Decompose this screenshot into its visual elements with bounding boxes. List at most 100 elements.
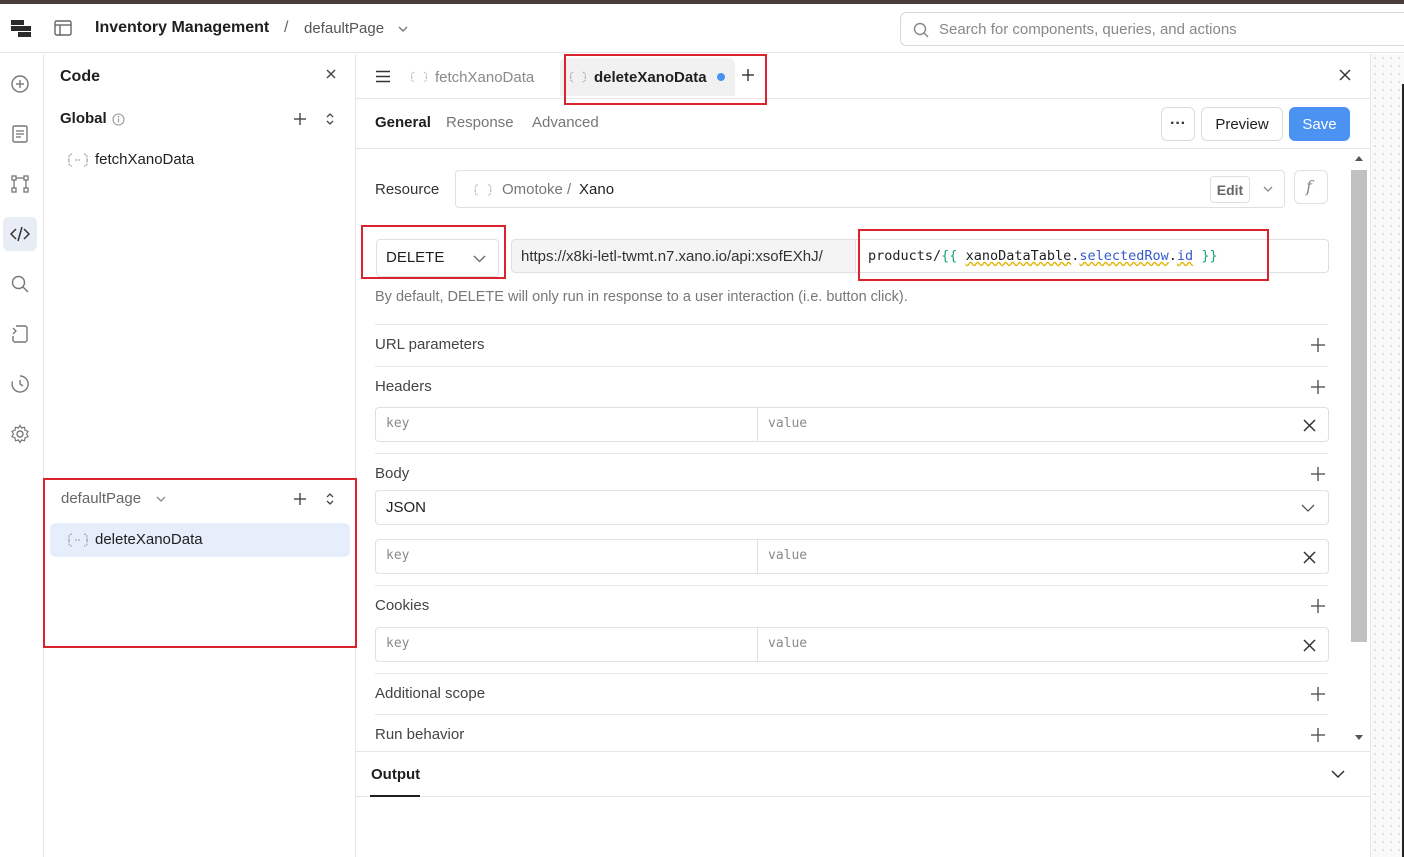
key-placeholder: key: [386, 416, 410, 431]
cookie-value-field[interactable]: value: [768, 636, 807, 651]
chevron-down-icon[interactable]: [1331, 770, 1345, 778]
save-button[interactable]: Save: [1289, 107, 1350, 141]
page-section-label[interactable]: defaultPage: [61, 490, 141, 507]
tab-label: fetchXanoData: [435, 68, 535, 86]
chevron-down-icon[interactable]: [1263, 186, 1273, 193]
resource-separator: /: [567, 181, 572, 198]
add-component-button[interactable]: [3, 67, 37, 101]
header-key-field[interactable]: key: [376, 408, 758, 441]
global-search[interactable]: [900, 12, 1404, 46]
chevron-down-icon[interactable]: [155, 495, 167, 504]
expand-collapse-icon[interactable]: [325, 492, 335, 506]
expand-collapse-icon[interactable]: [325, 112, 335, 126]
path-dot: .: [1168, 248, 1177, 264]
page-selector[interactable]: defaultPage: [304, 20, 384, 37]
query-item-fetchXanoData[interactable]: fetchXanoData: [50, 143, 350, 177]
add-page-query-plus-icon[interactable]: [293, 492, 307, 506]
body-type-value: JSON: [386, 499, 427, 516]
path-property: selectedRow: [1079, 248, 1169, 264]
chevron-down-icon: [1301, 504, 1315, 512]
resource-selector[interactable]: Omotoke / Xano Edit: [455, 170, 1285, 208]
scroll-thumb[interactable]: [1351, 170, 1367, 642]
search-input[interactable]: [939, 19, 1379, 39]
menu-icon[interactable]: [375, 70, 391, 83]
url-parameters-label[interactable]: URL parameters: [375, 336, 484, 353]
code-button[interactable]: [3, 217, 37, 251]
scroll-down-icon[interactable]: [1355, 735, 1363, 740]
tab-advanced[interactable]: Advanced: [532, 114, 599, 131]
preview-button[interactable]: Preview: [1201, 107, 1283, 141]
debug-history-button[interactable]: [3, 367, 37, 401]
resource-icon: [474, 184, 492, 196]
new-query-plus-icon[interactable]: [742, 69, 754, 81]
edit-resource-button[interactable]: Edit: [1210, 176, 1250, 203]
add-scope-plus-icon[interactable]: [1310, 686, 1326, 702]
add-header-plus-icon[interactable]: [1310, 379, 1326, 395]
body-value-field[interactable]: value: [768, 548, 807, 563]
add-run-behavior-plus-icon[interactable]: [1310, 727, 1326, 743]
add-cookie-plus-icon[interactable]: [1310, 598, 1326, 614]
additional-scope-label[interactable]: Additional scope: [375, 685, 485, 702]
resource-label: Resource: [375, 181, 440, 198]
settings-button[interactable]: [3, 417, 37, 451]
app-title[interactable]: Inventory Management: [95, 19, 269, 37]
add-global-query-plus-icon[interactable]: [293, 112, 307, 126]
body-key-field[interactable]: key: [376, 540, 758, 573]
tab-output[interactable]: Output: [371, 766, 420, 783]
path-property: id: [1176, 248, 1194, 264]
more-options-button[interactable]: ···: [1161, 107, 1195, 141]
info-icon[interactable]: [112, 113, 125, 126]
body-row: key value: [375, 539, 1329, 574]
tab-fetchXanoData[interactable]: fetchXanoData: [411, 58, 534, 96]
cookie-key-field[interactable]: key: [376, 628, 758, 661]
base-url-text: https://x8ki-letl-twmt.n7.xano.io/api:xs…: [521, 248, 823, 265]
layout-icon[interactable]: [54, 20, 72, 36]
close-icon[interactable]: [324, 67, 338, 81]
url-path-input[interactable]: products/{{ xanoDataTable.selectedRow.id…: [856, 239, 1329, 273]
output-panel: Output: [356, 751, 1370, 857]
close-icon[interactable]: [1339, 69, 1351, 81]
state-button[interactable]: [3, 317, 37, 351]
remove-icon[interactable]: [1303, 419, 1316, 432]
remove-icon[interactable]: [1303, 551, 1316, 564]
fx-label: f: [1306, 177, 1312, 196]
gear-icon: [11, 424, 29, 444]
tab-general[interactable]: General: [375, 114, 431, 131]
divider: [375, 673, 1328, 674]
scroll-up-icon[interactable]: [1355, 156, 1363, 161]
cookies-label[interactable]: Cookies: [375, 597, 429, 614]
general-form: Resource Omotoke / Xano Edit f DELETE ht…: [356, 150, 1348, 750]
query-item-deleteXanoData[interactable]: deleteXanoData: [50, 523, 350, 557]
cookie-row: key value: [375, 627, 1329, 662]
pages-button[interactable]: [3, 117, 37, 151]
run-behavior-label[interactable]: Run behavior: [375, 726, 464, 743]
query-label: fetchXanoData: [95, 151, 195, 168]
remove-icon[interactable]: [1303, 639, 1316, 652]
debug-history-icon: [11, 375, 29, 393]
component-tree-button[interactable]: [3, 167, 37, 201]
chevron-down-icon: [473, 255, 486, 263]
key-placeholder: key: [386, 548, 410, 563]
form-scrollbar[interactable]: [1348, 150, 1370, 750]
add-url-parameter-plus-icon[interactable]: [1310, 337, 1326, 353]
divider: [375, 585, 1328, 586]
search-button[interactable]: [3, 267, 37, 301]
body-type-select[interactable]: JSON: [375, 490, 1329, 525]
key-placeholder: key: [386, 636, 410, 651]
function-toggle-button[interactable]: f: [1294, 170, 1328, 204]
add-body-plus-icon[interactable]: [1310, 466, 1326, 482]
headers-label[interactable]: Headers: [375, 378, 432, 395]
header-value-field[interactable]: value: [768, 416, 807, 431]
resource-org: Omotoke: [502, 181, 563, 198]
chevron-down-icon[interactable]: [397, 24, 409, 34]
header-row: key value: [375, 407, 1329, 442]
retool-logo-icon[interactable]: [10, 18, 32, 40]
query-editor: fetchXanoData deleteXanoData General Res…: [356, 54, 1370, 857]
body-label[interactable]: Body: [375, 465, 409, 482]
method-hint: By default, DELETE will only run in resp…: [375, 289, 908, 305]
canvas-edge: [1370, 54, 1404, 857]
tab-deleteXanoData[interactable]: deleteXanoData: [560, 58, 735, 96]
tab-response[interactable]: Response: [446, 114, 514, 131]
http-method-select[interactable]: DELETE: [376, 239, 499, 277]
unsaved-indicator: [716, 73, 725, 81]
